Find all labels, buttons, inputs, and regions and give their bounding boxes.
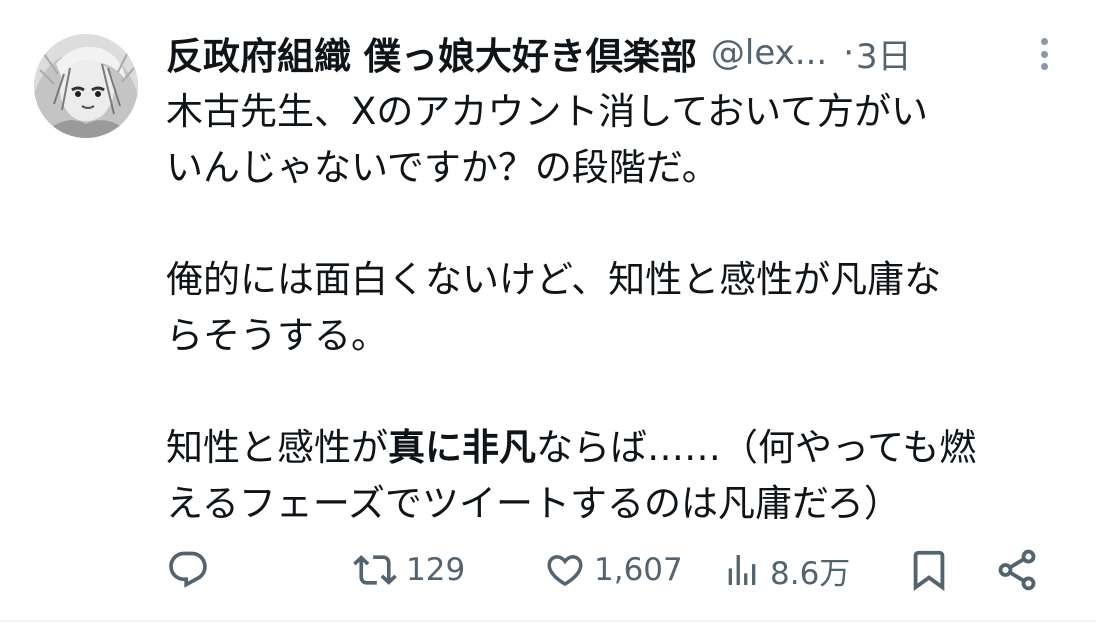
tweet-paragraph: 木古先生、Xのアカウント消しておいて方がい いんじゃないですか？の段階だ。 bbox=[166, 84, 1076, 196]
text-segment: 知性と感性が bbox=[166, 426, 388, 469]
bookmark-button[interactable] bbox=[906, 540, 952, 600]
more-dot-icon bbox=[1040, 38, 1048, 45]
text-segment: ならば……（何やっても燃 bbox=[536, 426, 977, 469]
views-icon bbox=[728, 555, 756, 585]
more-options-button[interactable] bbox=[1028, 36, 1060, 72]
reply-icon bbox=[169, 551, 207, 588]
divider bbox=[0, 620, 1096, 622]
bookmark-icon bbox=[913, 550, 945, 591]
retweet-button[interactable]: 129 bbox=[352, 540, 465, 600]
text-line: いんじゃないですか？の段階だ。 bbox=[166, 146, 719, 189]
heart-icon bbox=[547, 555, 583, 587]
separator-dot: · bbox=[843, 33, 855, 73]
share-icon bbox=[998, 549, 1036, 591]
tweet-header: 反政府組織 僕っ娘大好き倶楽部 @lex... · 3日 bbox=[166, 28, 912, 78]
tweet-actions: 129 1,607 8.6万 bbox=[0, 540, 1096, 600]
more-dot-icon bbox=[1040, 50, 1048, 58]
text-line: らそうする。 bbox=[166, 314, 388, 357]
tweet-text: 木古先生、Xのアカウント消しておいて方がい いんじゃないですか？の段階だ。 俺的… bbox=[166, 84, 1076, 532]
avatar-image bbox=[34, 34, 138, 138]
avatar[interactable] bbox=[34, 34, 138, 138]
reply-button[interactable] bbox=[166, 540, 210, 600]
views-button[interactable]: 8.6万 bbox=[722, 540, 850, 600]
more-dot-icon bbox=[1040, 63, 1048, 70]
like-button[interactable]: 1,607 bbox=[544, 540, 683, 600]
text-line: 俺的には面白くないけど、知性と感性が凡庸な bbox=[166, 258, 942, 301]
timestamp[interactable]: 3日 bbox=[856, 29, 912, 78]
text-line: 木古先生、Xのアカウント消しておいて方がい bbox=[166, 90, 929, 133]
display-name[interactable]: 反政府組織 僕っ娘大好き倶楽部 bbox=[166, 26, 697, 80]
retweet-icon bbox=[353, 555, 397, 585]
retweet-count: 129 bbox=[406, 552, 466, 588]
share-button[interactable] bbox=[994, 540, 1040, 600]
text-line: えるフェーズでツイートするのは凡庸だろ） bbox=[166, 482, 901, 525]
text-line: 知性と感性が真に非凡ならば……（何やっても燃 bbox=[166, 420, 1076, 476]
tweet-paragraph: 俺的には面白くないけど、知性と感性が凡庸な らそうする。 bbox=[166, 252, 1076, 364]
like-count: 1,607 bbox=[594, 552, 683, 588]
views-count: 8.6万 bbox=[770, 555, 851, 592]
tweet-paragraph: 知性と感性が真に非凡ならば……（何やっても燃 えるフェーズでツイートするのは凡庸… bbox=[166, 420, 1076, 532]
bold-text-segment: 真に非凡 bbox=[388, 426, 536, 469]
user-handle[interactable]: @lex... bbox=[711, 33, 827, 73]
